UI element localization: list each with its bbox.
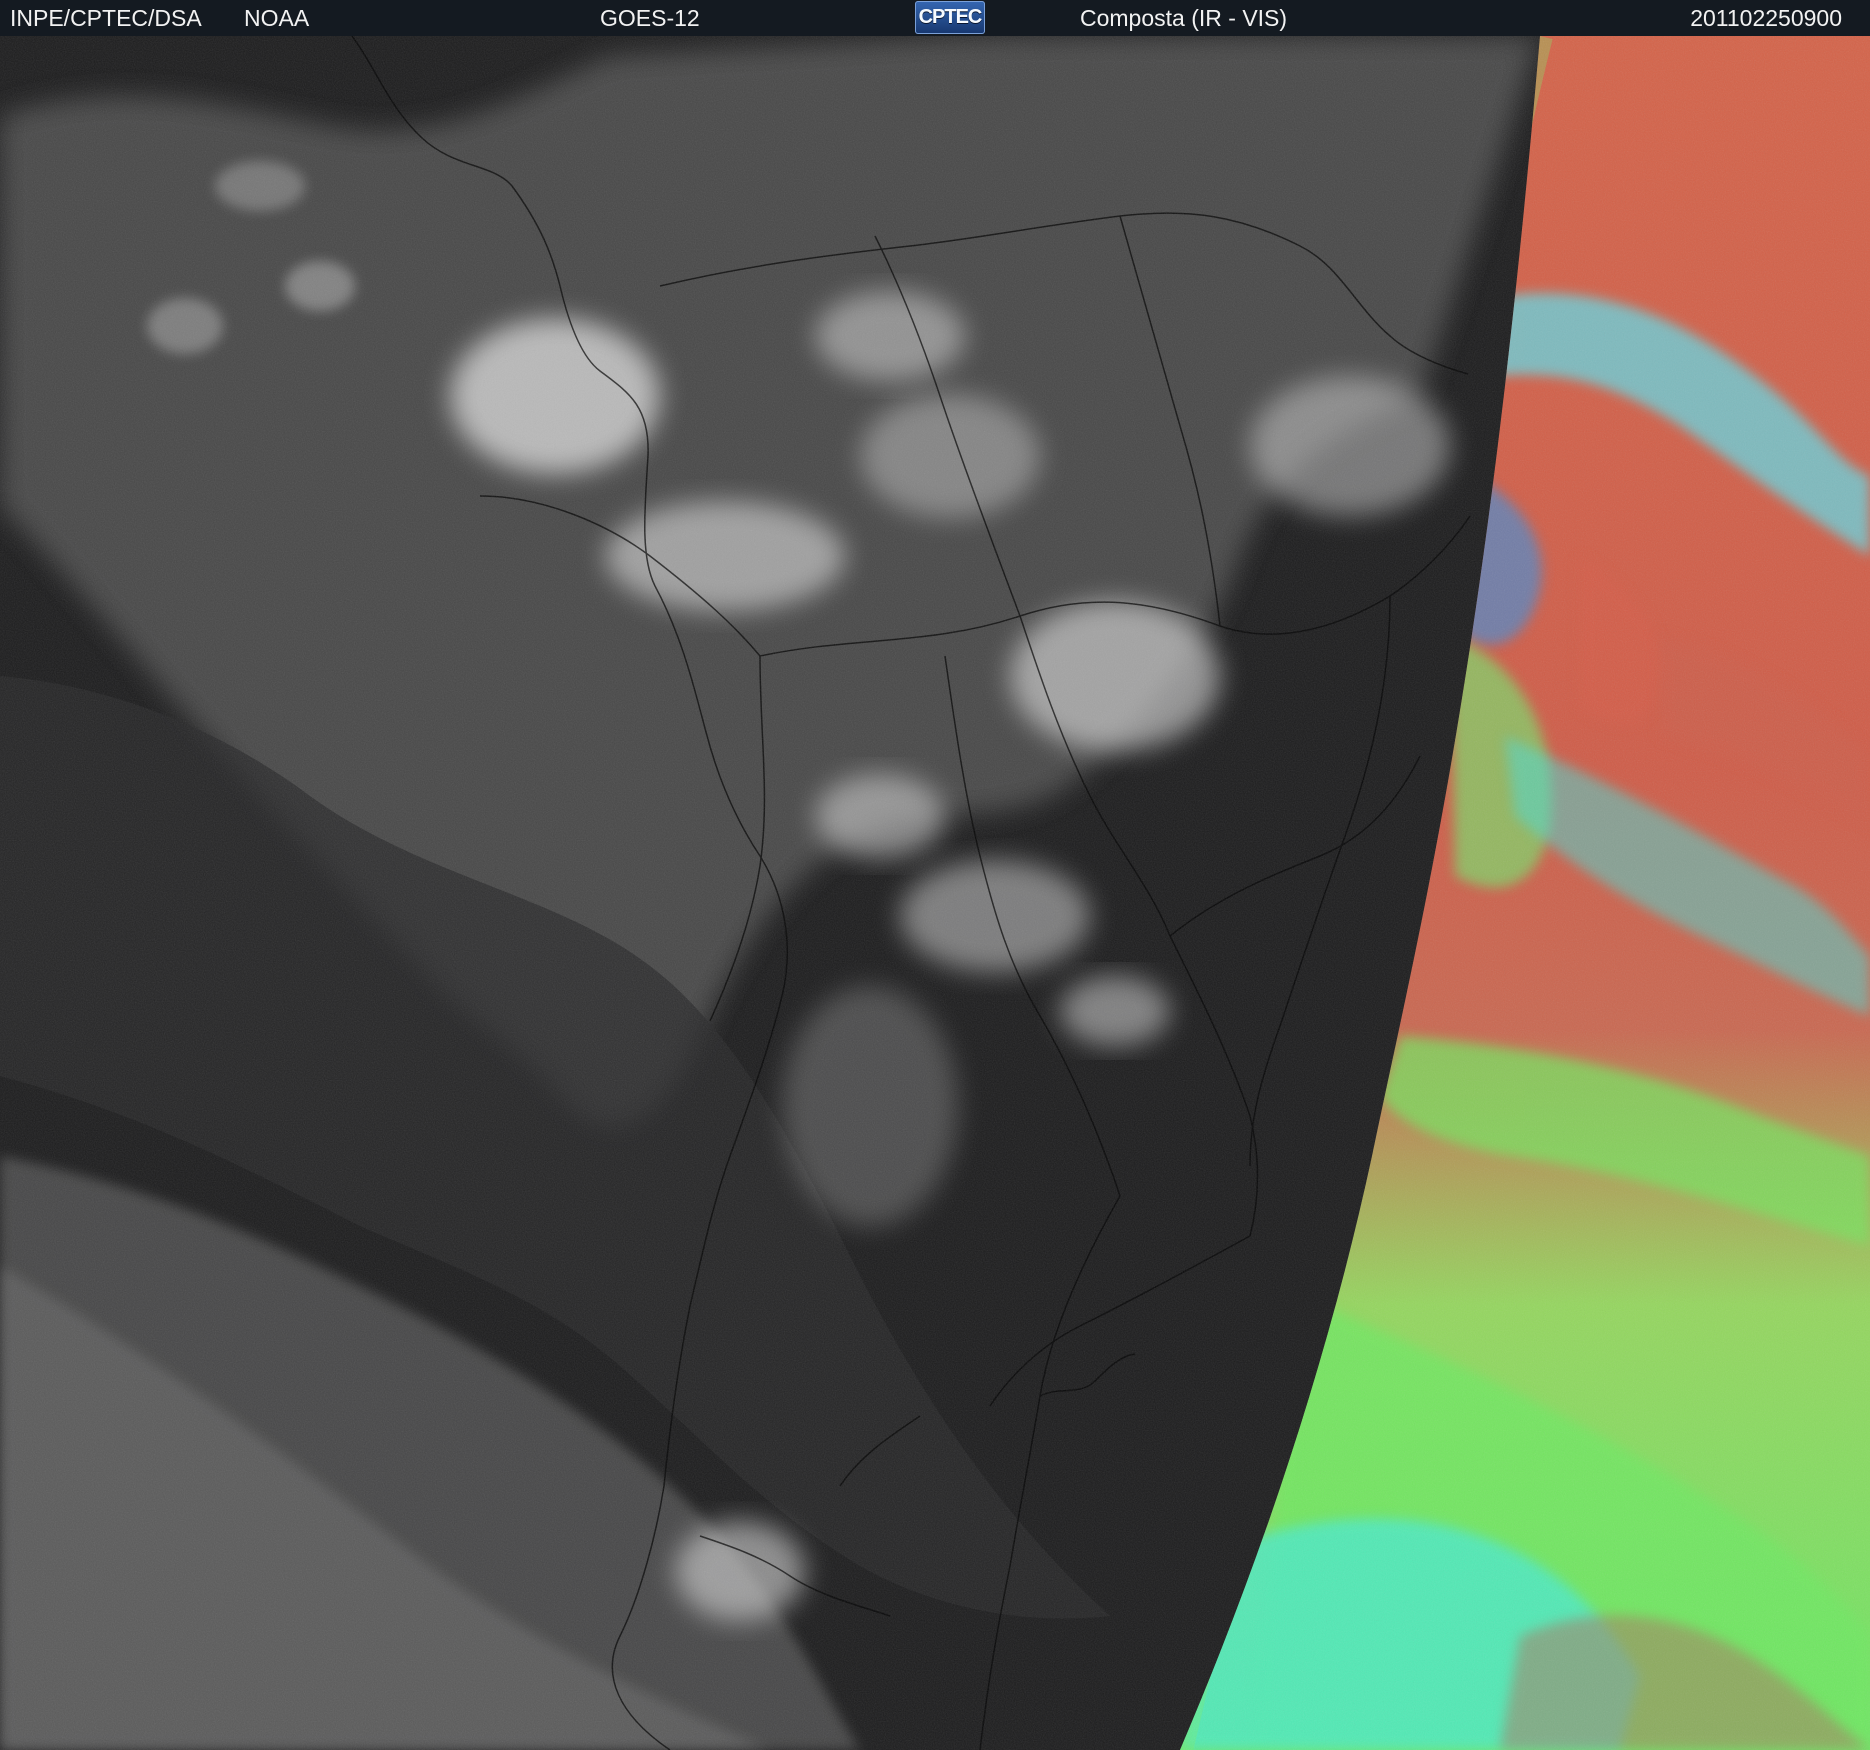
logo-text: CPTEC — [918, 6, 983, 28]
agency-label: NOAA — [244, 5, 310, 31]
satellite-image-viewer: INPE/CPTEC/DSA NOAA GOES-12 CPTEC Compos… — [0, 0, 1870, 1750]
product-label: Composta (IR - VIS) — [1080, 5, 1288, 31]
satellite-image-svg — [0, 36, 1870, 1750]
cptec-logo: CPTEC — [915, 1, 985, 34]
satellite-label: GOES-12 — [600, 5, 700, 31]
timestamp-label: 201102250900 — [1690, 5, 1842, 31]
image-header: INPE/CPTEC/DSA NOAA GOES-12 CPTEC Compos… — [0, 0, 1870, 36]
image-texture — [0, 36, 1870, 1750]
organization-label: INPE/CPTEC/DSA — [10, 5, 202, 31]
satellite-image — [0, 36, 1870, 1750]
